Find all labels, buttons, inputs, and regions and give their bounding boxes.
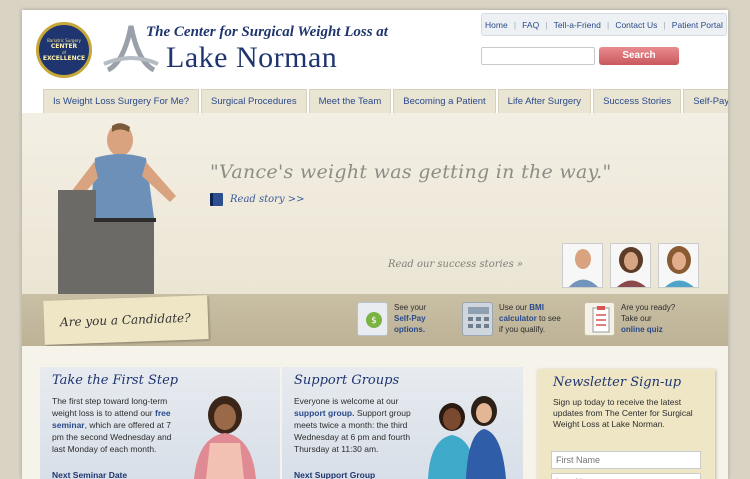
support-group-link[interactable]: support group.	[294, 408, 354, 418]
book-icon	[210, 193, 223, 206]
success-thumb-1[interactable]	[562, 243, 603, 288]
read-story-label: Read story >>	[230, 194, 305, 205]
hero-banner: "Vance's weight was getting in the way."…	[22, 113, 728, 294]
tab-surgical-procedures[interactable]: Surgical Procedures	[201, 89, 307, 113]
tab-life-after-surgery[interactable]: Life After Surgery	[497, 89, 592, 113]
money-envelope-icon: $	[357, 302, 388, 336]
main-nav: Is Weight Loss Surgery For Me? Surgical …	[43, 89, 728, 113]
first-name-field[interactable]	[551, 451, 701, 469]
calculator-icon	[462, 302, 493, 336]
bmi-text: Use our BMI calculator to see if you qua…	[499, 303, 561, 334]
tab-success-stories[interactable]: Success Stories	[593, 89, 682, 113]
separator: |	[513, 19, 517, 30]
newsletter-title: Newsletter Sign-up	[553, 375, 682, 390]
read-story-link[interactable]: Read story >>	[210, 193, 305, 206]
separator: |	[545, 19, 548, 30]
nav-patient-portal-link[interactable]: Patient Portal	[672, 20, 723, 30]
self-pay-item[interactable]: $ See your Self-Pay options.	[357, 302, 446, 336]
next-support-group: Next Support Group	[294, 470, 376, 479]
nav-contact-link[interactable]: Contact Us	[615, 20, 657, 30]
next-seminar-date: Next Seminar Date	[52, 470, 128, 479]
candidate-note[interactable]: Are you a Candidate?	[43, 295, 209, 345]
success-thumb-2[interactable]	[610, 243, 651, 288]
patient-photo	[58, 123, 176, 294]
first-step-title: Take the First Step	[52, 373, 179, 388]
svg-text:$: $	[371, 316, 377, 326]
page: Bariatric Surgery CENTER of EXCELLENCE T…	[22, 10, 728, 479]
nav-faq-link[interactable]: FAQ	[522, 20, 539, 30]
online-quiz-link[interactable]: online quiz	[621, 325, 663, 334]
nav-tell-a-friend-link[interactable]: Tell-a-Friend	[554, 20, 601, 30]
quiz-text: Are you ready? Take our online quiz	[621, 303, 676, 334]
separator: |	[663, 19, 666, 30]
last-name-field[interactable]	[551, 473, 701, 479]
first-step-panel: Take the First Step The first step towar…	[40, 367, 280, 479]
support-groups-title: Support Groups	[294, 373, 400, 388]
first-step-text: The first step toward long-term weight l…	[52, 396, 172, 454]
support-group-photo	[428, 396, 506, 479]
quiz-item[interactable]: Are you ready? Take our online quiz	[584, 302, 685, 336]
hero-quote: "Vance's weight was getting in the way."	[210, 161, 612, 183]
support-groups-panel: Support Groups Everyone is welcome at ou…	[282, 367, 523, 479]
logo-title[interactable]: Lake Norman	[166, 41, 337, 75]
search-input[interactable]	[481, 47, 595, 65]
tab-self-pay-resources[interactable]: Self-Pay/Resources	[683, 89, 728, 113]
bottom-section: Take the First Step The first step towar…	[22, 346, 728, 479]
success-stories-link[interactable]: Read our success stories »	[388, 259, 523, 270]
support-groups-text: Everyone is welcome at our support group…	[294, 396, 411, 454]
newsletter-text: Sign up today to receive the latest upda…	[553, 397, 693, 429]
tab-becoming-a-patient[interactable]: Becoming a Patient	[393, 89, 496, 113]
utility-nav: Home | FAQ | Tell-a-Friend | Contact Us …	[481, 13, 727, 36]
newsletter-signup: Newsletter Sign-up Sign up today to rece…	[537, 369, 715, 479]
candidate-bar: Are you a Candidate? $ See your Self-Pay…	[22, 294, 728, 346]
bmi-item[interactable]: Use our BMI calculator to see if you qua…	[462, 302, 567, 336]
separator: |	[606, 19, 610, 30]
search-button[interactable]: Search	[599, 47, 679, 65]
tab-weight-loss-surgery[interactable]: Is Weight Loss Surgery For Me?	[43, 89, 200, 113]
self-pay-text: See your Self-Pay options.	[394, 303, 427, 334]
tab-meet-the-team[interactable]: Meet the Team	[308, 89, 392, 113]
nav-home-link[interactable]: Home	[485, 20, 508, 30]
logo-tagline[interactable]: The Center for Surgical Weight Loss at	[146, 24, 388, 41]
success-thumb-3[interactable]	[658, 243, 699, 288]
seminar-woman-photo	[194, 396, 256, 479]
center-of-excellence-seal: Bariatric Surgery CENTER of EXCELLENCE	[36, 22, 92, 78]
self-pay-link[interactable]: Self-Pay options.	[394, 314, 426, 334]
clipboard-icon	[584, 302, 615, 336]
